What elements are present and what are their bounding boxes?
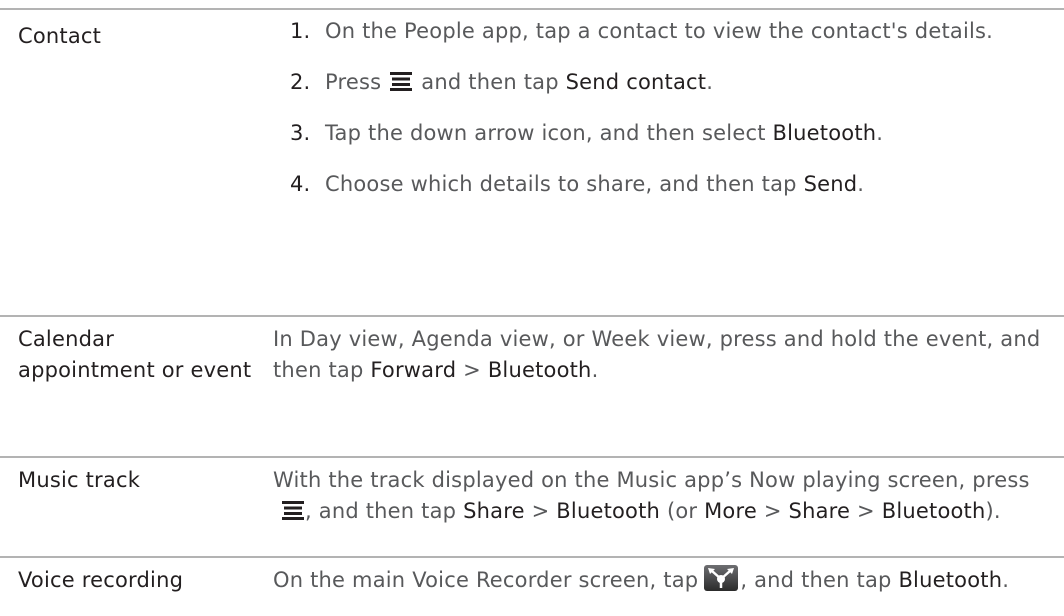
separator: > <box>463 358 481 382</box>
content-text-mid: , and then tap <box>305 499 457 523</box>
row-content: With the track displayed on the Music ap… <box>273 465 1043 527</box>
row-content: In Day view, Agenda view, or Week view, … <box>273 324 1043 386</box>
table-row-calendar: Calendar appointment or event In Day vie… <box>0 315 1064 456</box>
table-row-contact: Contact 1. On the People app, tap a cont… <box>0 8 1064 315</box>
step-number: 4. <box>290 172 311 196</box>
menu-icon <box>282 501 304 520</box>
ui-term: More <box>704 499 757 523</box>
ui-term: Bluetooth <box>556 499 661 523</box>
table-row-voice: Voice recording On the main Voice Record… <box>0 556 1064 616</box>
ui-term: Send contact <box>565 70 707 94</box>
row-content: On the main Voice Recorder screen, tap ,… <box>273 565 1043 596</box>
content-text-mid: , and then tap <box>740 568 892 592</box>
ui-term: Share <box>788 499 851 523</box>
ui-term: Bluetooth <box>898 568 1003 592</box>
share-items-table: Contact 1. On the People app, tap a cont… <box>0 0 1064 616</box>
step-list: 1. On the People app, tap a contact to v… <box>290 16 1050 220</box>
step-text-pre: Press <box>325 70 382 94</box>
share-icon <box>704 565 739 591</box>
ui-term: Forward <box>370 358 457 382</box>
ui-term: Share <box>463 499 525 523</box>
step-number: 2. <box>290 70 311 94</box>
step-number: 3. <box>290 121 311 145</box>
ui-term: Send <box>803 172 858 196</box>
ui-term: Bluetooth <box>772 121 877 145</box>
separator: > <box>531 499 550 523</box>
separator: > <box>857 499 875 523</box>
table-row-music: Music track With the track displayed on … <box>0 456 1064 556</box>
step-text-post: . <box>706 70 714 94</box>
menu-icon <box>390 72 413 91</box>
step-text-pre: Tap the down arrow icon, and then select <box>325 121 766 145</box>
content-text-post: . <box>1002 568 1010 592</box>
step-item: 4. Choose which details to share, and th… <box>290 169 1050 200</box>
step-text: On the People app, tap a contact to view… <box>325 19 994 43</box>
step-text-mid: and then tap <box>421 70 559 94</box>
ui-term: Bluetooth <box>881 499 986 523</box>
content-text: With the track displayed on the Music ap… <box>273 468 1030 492</box>
ui-term: Bluetooth <box>487 358 592 382</box>
step-item: 1. On the People app, tap a contact to v… <box>290 16 1050 47</box>
row-label: Music track <box>18 468 141 492</box>
row-label: Contact <box>18 24 102 48</box>
step-text-post: . <box>876 121 884 145</box>
step-text-post: . <box>857 172 865 196</box>
content-text: (or <box>666 499 698 523</box>
row-label: Voice recording <box>18 568 184 592</box>
step-text-pre: Choose which details to share, and then … <box>325 172 797 196</box>
step-item: 2. Press and then tap Send contact. <box>290 67 1050 98</box>
step-item: 3. Tap the down arrow icon, and then sel… <box>290 118 1050 149</box>
content-text-post: ). <box>985 499 1001 523</box>
step-number: 1. <box>290 19 311 43</box>
separator: > <box>763 499 782 523</box>
content-text: On the main Voice Recorder screen, tap <box>273 568 699 592</box>
row-label: Calendar appointment or event <box>18 327 252 382</box>
content-text-post: . <box>591 358 599 382</box>
